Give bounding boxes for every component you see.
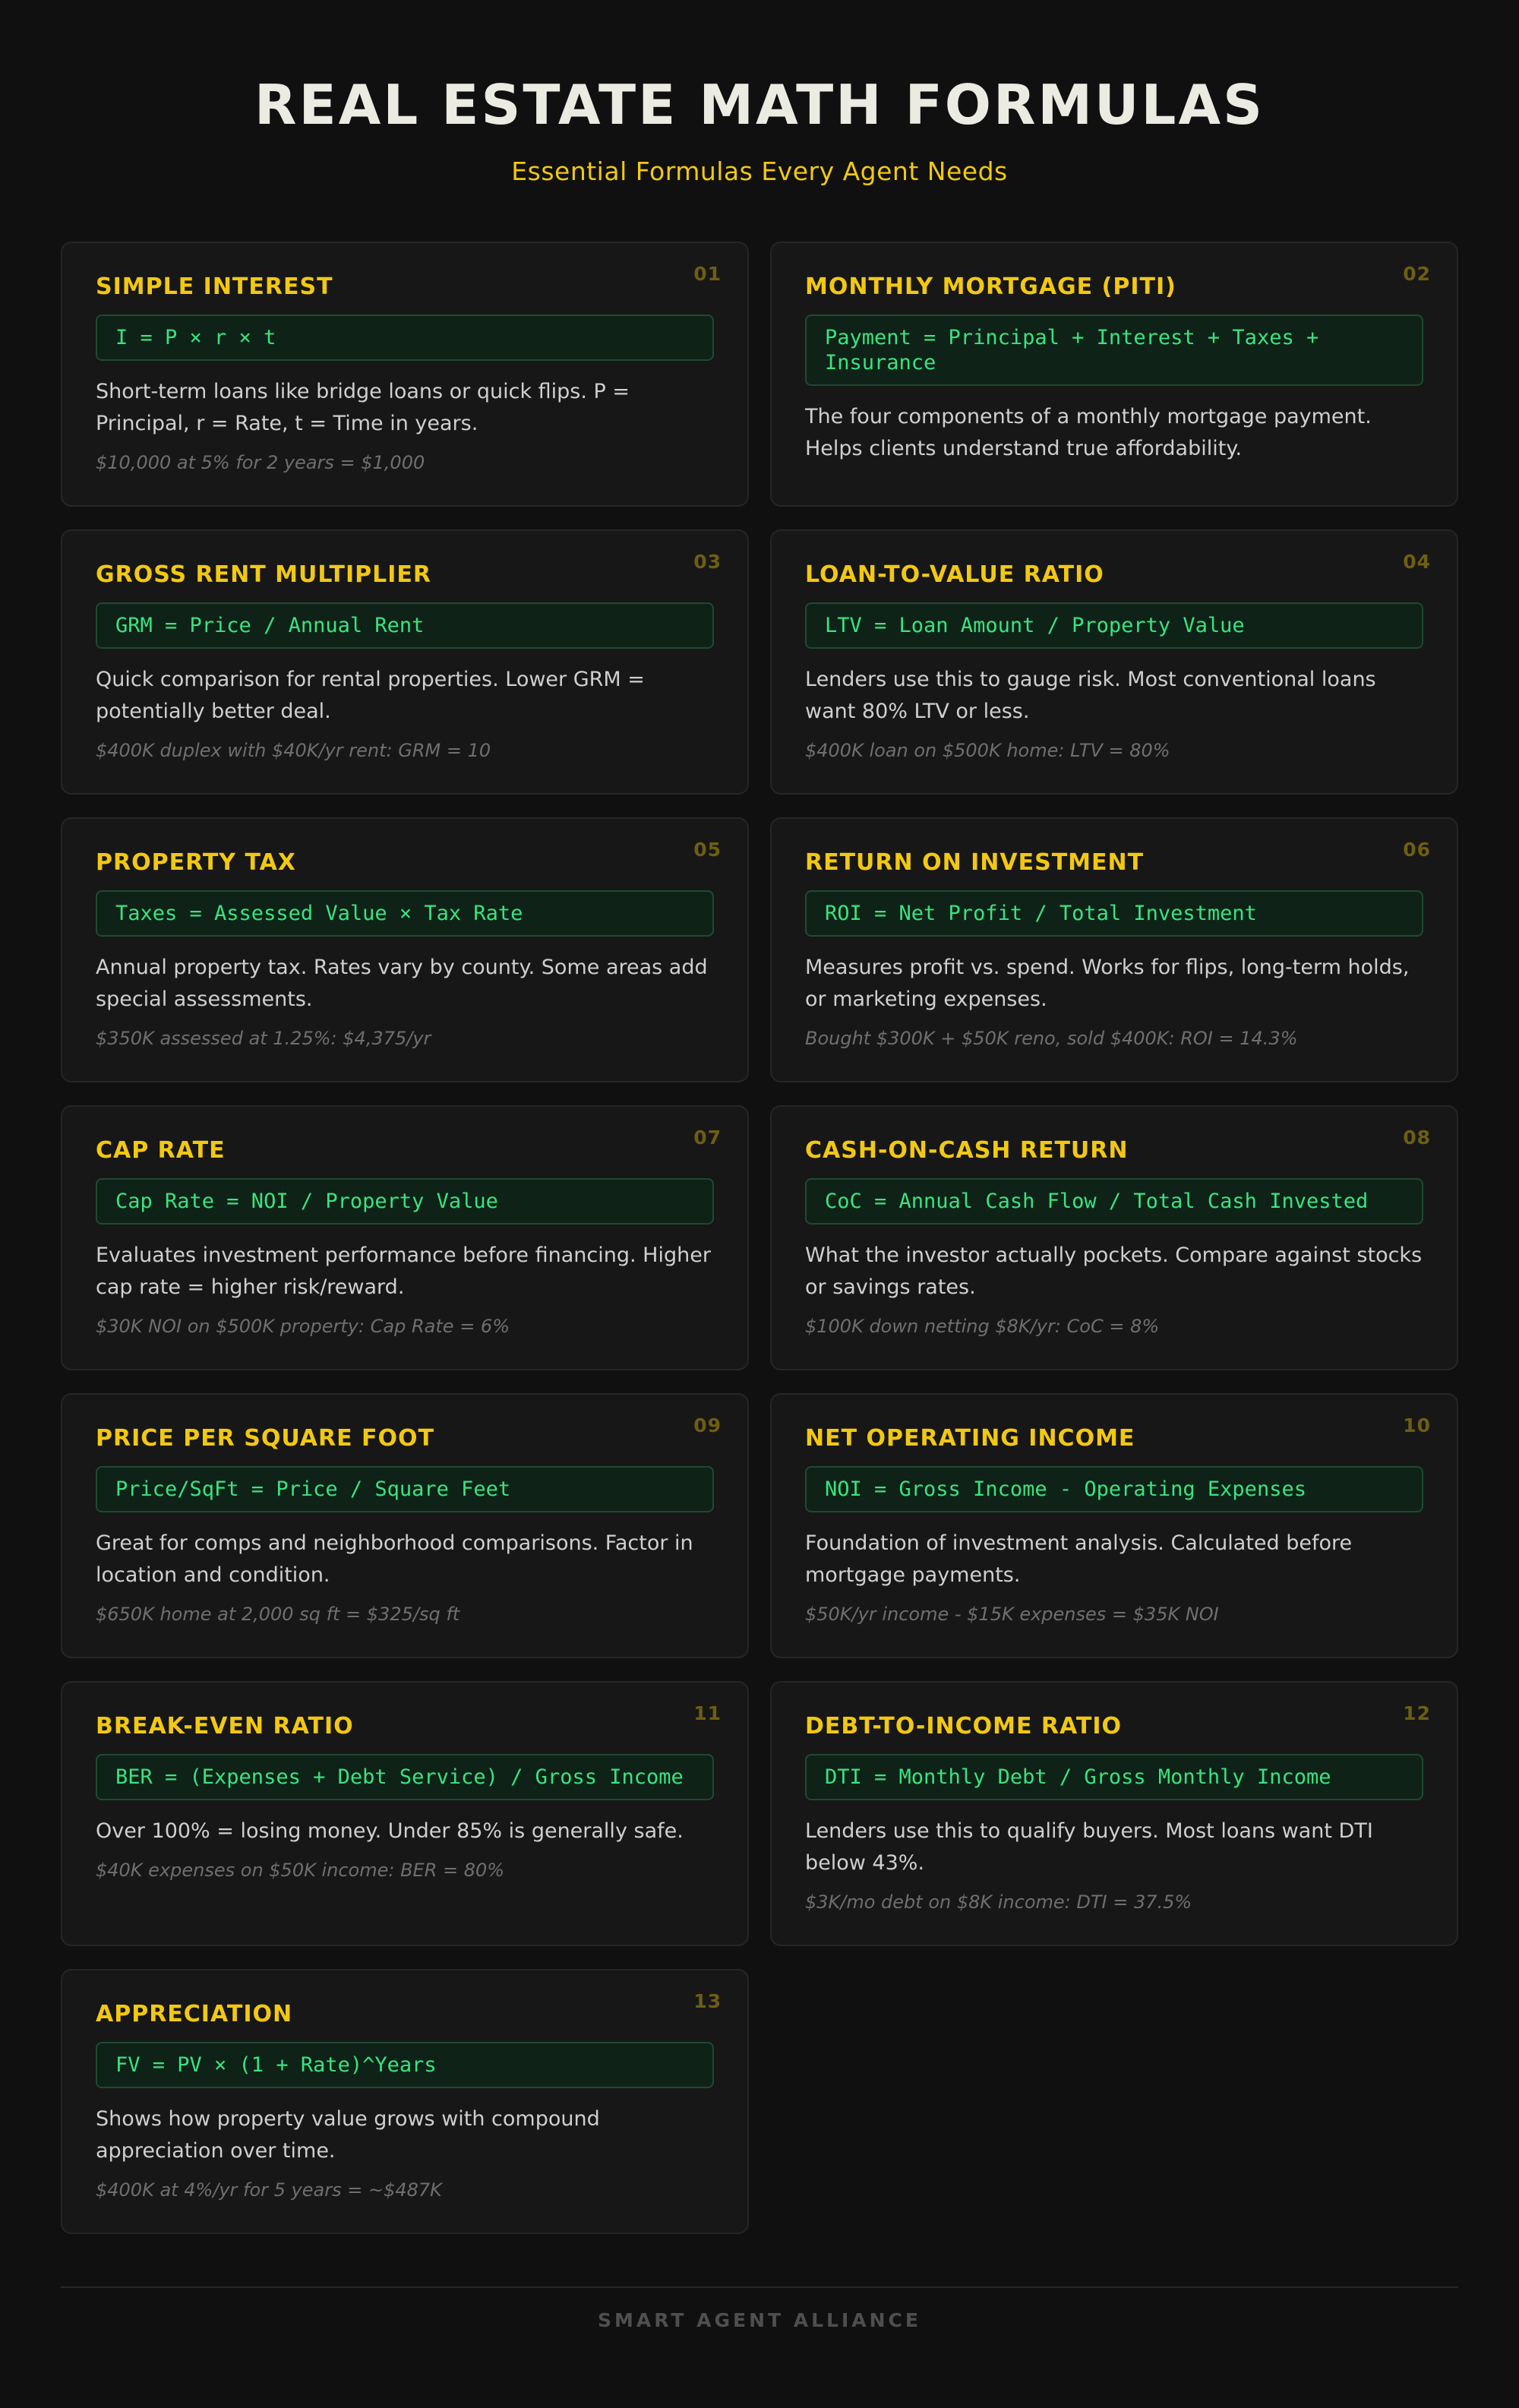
formula-box: I = P × r × t: [96, 314, 714, 361]
card-number: 09: [693, 1414, 722, 1436]
card-number: 12: [1403, 1702, 1431, 1724]
card-example: $10,000 at 5% for 2 years = $1,000: [96, 452, 425, 473]
formula-box: FV = PV × (1 + Rate)^Years: [96, 2042, 714, 2088]
card-description: What the investor actually pockets. Comp…: [805, 1244, 1423, 1299]
formula-box: NOI = Gross Income - Operating Expenses: [805, 1466, 1423, 1512]
formula-card-net-operating-income: 10 NET OPERATING INCOME NOI = Gross Inco…: [770, 1393, 1458, 1658]
card-number: 13: [693, 1990, 722, 2012]
card-number: 05: [693, 839, 722, 861]
page-subtitle: Essential Formulas Every Agent Needs: [511, 156, 1008, 186]
formula-box: DTI = Monthly Debt / Gross Monthly Incom…: [805, 1754, 1423, 1800]
card-title: PROPERTY TAX: [96, 849, 296, 876]
formula-box: Payment = Principal + Interest + Taxes +…: [805, 314, 1423, 386]
card-number: 06: [1403, 839, 1431, 861]
card-number: 02: [1403, 263, 1431, 285]
formula-card-cap-rate: 07 CAP RATE Cap Rate = NOI / Property Va…: [61, 1105, 749, 1370]
formula-card-return-on-investment: 06 RETURN ON INVESTMENT ROI = Net Profit…: [770, 817, 1458, 1082]
card-number: 10: [1403, 1414, 1431, 1436]
card-title: BREAK-EVEN RATIO: [96, 1713, 354, 1740]
card-title: NET OPERATING INCOME: [805, 1425, 1135, 1452]
formula-card-break-even-ratio: 11 BREAK-EVEN RATIO BER = (Expenses + De…: [61, 1681, 749, 1946]
card-number: 01: [693, 263, 722, 285]
card-example: $40K expenses on $50K income: BER = 80%: [96, 1860, 505, 1881]
card-description: Shows how property value grows with comp…: [96, 2107, 600, 2163]
card-description: The four components of a monthly mortgag…: [805, 405, 1372, 460]
card-description: Quick comparison for rental properties. …: [96, 668, 645, 723]
card-example: $650K home at 2,000 sq ft = $325/sq ft: [96, 1604, 460, 1625]
card-example: $50K/yr income - $15K expenses = $35K NO…: [805, 1604, 1219, 1625]
card-description: Foundation of investment analysis. Calcu…: [805, 1531, 1353, 1587]
card-example: $400K loan on $500K home: LTV = 80%: [805, 740, 1170, 761]
card-number: 03: [693, 551, 722, 573]
card-title: DEBT-TO-INCOME RATIO: [805, 1713, 1123, 1740]
footer-brand: SMART AGENT ALLIANCE: [598, 2309, 921, 2331]
card-title: GROSS RENT MULTIPLIER: [96, 561, 431, 588]
card-example: $3K/mo debt on $8K income: DTI = 37.5%: [805, 1891, 1192, 1913]
card-title: PRICE PER SQUARE FOOT: [96, 1425, 434, 1452]
formula-card-property-tax: 05 PROPERTY TAX Taxes = Assessed Value ×…: [61, 817, 749, 1082]
card-number: 11: [693, 1702, 722, 1724]
card-title: LOAN-TO-VALUE RATIO: [805, 561, 1104, 588]
formula-card-price-per-square-foot: 09 PRICE PER SQUARE FOOT Price/SqFt = Pr…: [61, 1393, 749, 1658]
card-title: SIMPLE INTEREST: [96, 273, 333, 300]
formula-box: CoC = Annual Cash Flow / Total Cash Inve…: [805, 1178, 1423, 1225]
formula-box: Taxes = Assessed Value × Tax Rate: [96, 890, 714, 937]
formula-card-debt-to-income: 12 DEBT-TO-INCOME RATIO DTI = Monthly De…: [770, 1681, 1458, 1946]
card-example: $400K at 4%/yr for 5 years = ~$487K: [96, 2179, 442, 2201]
page-title: REAL ESTATE MATH FORMULAS: [254, 73, 1265, 137]
card-example: $30K NOI on $500K property: Cap Rate = 6…: [96, 1316, 510, 1337]
card-title: CASH-ON-CASH RETURN: [805, 1137, 1129, 1164]
card-description: Over 100% = losing money. Under 85% is g…: [96, 1819, 684, 1843]
formula-box: Price/SqFt = Price / Square Feet: [96, 1466, 714, 1512]
card-description: Lenders use this to gauge risk. Most con…: [805, 668, 1376, 723]
formula-grid: 01 SIMPLE INTEREST I = P × r × t Short-t…: [61, 242, 1458, 2234]
card-number: 08: [1403, 1127, 1431, 1149]
formula-card-loan-to-value: 04 LOAN-TO-VALUE RATIO LTV = Loan Amount…: [770, 529, 1458, 795]
card-description: Lenders use this to qualify buyers. Most…: [805, 1819, 1373, 1875]
card-example: $350K assessed at 1.25%: $4,375/yr: [96, 1028, 431, 1049]
formula-card-appreciation: 13 APPRECIATION FV = PV × (1 + Rate)^Yea…: [61, 1969, 749, 2234]
card-description: Annual property tax. Rates vary by count…: [96, 956, 708, 1011]
card-title: CAP RATE: [96, 1137, 226, 1164]
card-example: Bought $300K + $50K reno, sold $400K: RO…: [805, 1028, 1298, 1049]
formula-card-gross-rent-multiplier: 03 GROSS RENT MULTIPLIER GRM = Price / A…: [61, 529, 749, 795]
card-description: Measures profit vs. spend. Works for fli…: [805, 956, 1410, 1011]
formula-card-simple-interest: 01 SIMPLE INTEREST I = P × r × t Short-t…: [61, 242, 749, 507]
formula-box: GRM = Price / Annual Rent: [96, 602, 714, 649]
card-example: $100K down netting $8K/yr: CoC = 8%: [805, 1316, 1160, 1337]
card-title: RETURN ON INVESTMENT: [805, 849, 1145, 876]
card-description: Evaluates investment performance before …: [96, 1244, 711, 1299]
card-number: 04: [1403, 551, 1431, 573]
card-title: MONTHLY MORTGAGE (PITI): [805, 273, 1176, 300]
formula-card-monthly-mortgage: 02 MONTHLY MORTGAGE (PITI) Payment = Pri…: [770, 242, 1458, 507]
formula-box: Cap Rate = NOI / Property Value: [96, 1178, 714, 1225]
card-number: 07: [693, 1127, 722, 1149]
card-description: Short-term loans like bridge loans or qu…: [96, 380, 630, 435]
formula-box: LTV = Loan Amount / Property Value: [805, 602, 1423, 649]
card-example: $400K duplex with $40K/yr rent: GRM = 10: [96, 740, 491, 761]
card-description: Great for comps and neighborhood compari…: [96, 1531, 693, 1587]
formula-box: BER = (Expenses + Debt Service) / Gross …: [96, 1754, 714, 1800]
formula-card-cash-on-cash: 08 CASH-ON-CASH RETURN CoC = Annual Cash…: [770, 1105, 1458, 1370]
page-header: REAL ESTATE MATH FORMULAS Essential Form…: [0, 70, 1519, 186]
card-title: APPRECIATION: [96, 2001, 293, 2027]
formula-box: ROI = Net Profit / Total Investment: [805, 890, 1423, 937]
footer-divider: [61, 2286, 1458, 2288]
